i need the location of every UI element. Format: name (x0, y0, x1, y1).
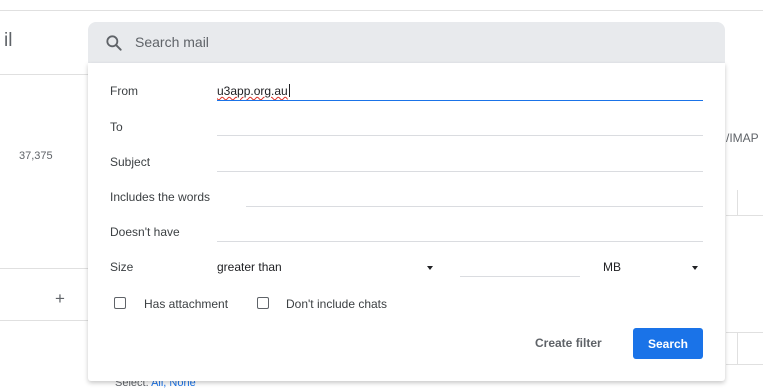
search-icon[interactable] (104, 33, 124, 53)
imap-header-fragment: /IMAP (726, 131, 759, 145)
from-label: From (110, 84, 138, 98)
right-vdivider (737, 332, 738, 364)
size-unit-select[interactable]: MB (603, 260, 621, 274)
advanced-search-panel: From u3app.org.au To Subject Includes th… (88, 63, 725, 381)
right-vdivider (737, 190, 738, 216)
rail-divider (0, 74, 88, 75)
subject-label: Subject (110, 155, 151, 169)
rail-divider (0, 320, 88, 321)
has-attachment-label[interactable]: Has attachment (144, 297, 228, 311)
size-value-field[interactable] (460, 276, 580, 277)
subject-field[interactable] (217, 171, 703, 172)
has-attachment-checkbox[interactable] (114, 297, 126, 309)
dont-include-chats-checkbox[interactable] (257, 297, 269, 309)
right-divider (726, 364, 763, 365)
mail-count: 37,375 (19, 150, 53, 162)
from-field[interactable]: u3app.org.au (217, 84, 290, 98)
to-field[interactable] (217, 135, 703, 136)
chevron-down-icon[interactable] (427, 266, 433, 270)
plus-icon[interactable]: + (55, 290, 65, 307)
dont-include-chats-label[interactable]: Don't include chats (286, 297, 387, 311)
search-bar[interactable]: Search mail (88, 22, 725, 63)
left-rail (0, 0, 88, 383)
search-input[interactable]: Search mail (135, 34, 209, 50)
doesnt-have-label: Doesn't have (110, 225, 180, 239)
text-caret (288, 84, 290, 97)
includes-label: Includes the words (110, 190, 211, 204)
size-operator-select[interactable]: greater than (217, 260, 282, 274)
rail-divider (0, 268, 88, 269)
doesnt-have-field[interactable] (217, 241, 703, 242)
top-divider (0, 10, 763, 11)
right-divider (726, 332, 763, 333)
includes-field[interactable] (246, 206, 703, 207)
to-label: To (110, 120, 123, 134)
right-divider (726, 215, 763, 216)
create-filter-button[interactable]: Create filter (535, 336, 602, 350)
from-value: u3app.org.au (217, 84, 288, 98)
chevron-down-icon[interactable] (692, 266, 698, 270)
from-underline (217, 100, 703, 101)
size-label: Size (110, 260, 134, 274)
search-button[interactable]: Search (633, 328, 703, 359)
